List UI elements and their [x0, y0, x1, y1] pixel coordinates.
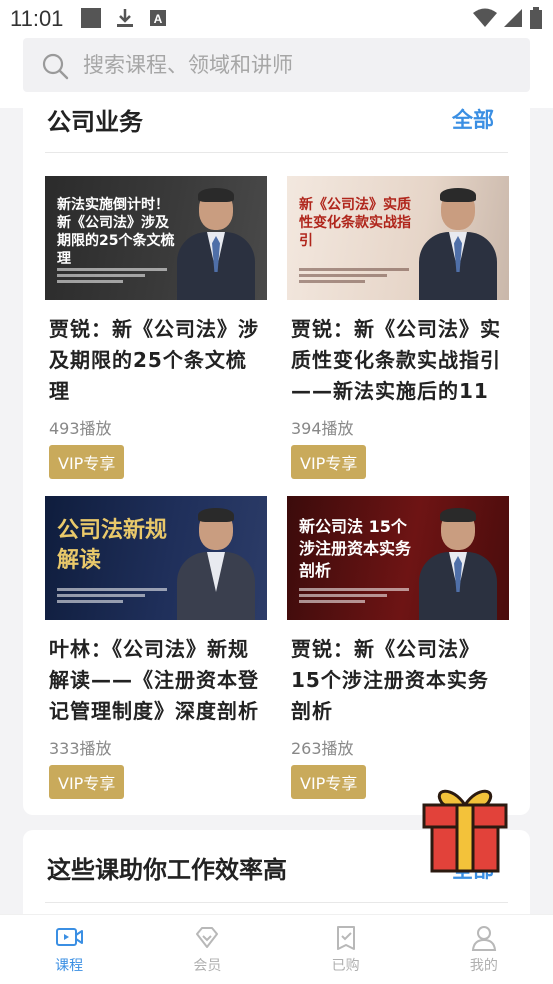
thumbnail-caption: [57, 268, 167, 290]
nav-item-me[interactable]: 我的: [415, 915, 553, 984]
course-card[interactable]: 新法实施倒计时！新《公司法》涉及期限的25个条文梳理 贾锐：新《公司法》涉及期限…: [45, 176, 267, 479]
play-count: 333播放: [49, 739, 112, 758]
course-title[interactable]: 叶林：《公司法》新规解读——《注册资本登记管理制度》深度剖析: [45, 634, 267, 727]
thumbnail-headline: 新《公司法》实质性变化条款实战指引: [299, 197, 411, 249]
status-time: 11:01: [10, 6, 64, 31]
play-count: 493播放: [49, 419, 112, 438]
course-card[interactable]: 公司法新规解读 叶林：《公司法》新规解读——《注册资本登记管理制度》深度剖析 3…: [45, 496, 267, 799]
course-card[interactable]: 新公司法 15个涉注册资本实务剖析 贾锐：新《公司法》15个涉注册资本实务剖析 …: [287, 496, 509, 799]
download-icon: [117, 9, 133, 27]
vip-badge: VIP专享: [291, 765, 367, 799]
play-count: 394播放: [291, 419, 354, 438]
nav-item-purchased[interactable]: 已购: [277, 915, 415, 984]
view-all-link[interactable]: 全部: [452, 104, 494, 134]
nav-label: 课程: [55, 958, 84, 974]
play-count: 263播放: [291, 739, 354, 758]
gift-icon[interactable]: [420, 783, 510, 875]
signal-icon: [504, 9, 522, 27]
divider: [45, 152, 508, 153]
section-title: 公司业务: [47, 108, 143, 136]
thumbnail-caption: [299, 588, 409, 610]
svg-text:A: A: [154, 12, 163, 26]
lecturer-photo: [419, 188, 497, 300]
purchased-icon: [336, 926, 355, 950]
search-bar-area: [0, 36, 553, 108]
nav-label: 我的: [469, 958, 498, 974]
video-icon: [56, 928, 84, 946]
course-title[interactable]: 贾锐：新《公司法》实质性变化条款实战指引——新法实施后的11大: [287, 314, 509, 407]
vip-badge: VIP专享: [49, 445, 125, 479]
bottom-nav: 课程 会员 已购 我的: [0, 914, 553, 984]
vip-badge: VIP专享: [49, 765, 125, 799]
lecturer-photo: [177, 508, 255, 620]
notification-square-icon: [81, 8, 101, 28]
nav-item-membership[interactable]: 会员: [138, 915, 276, 984]
font-a-icon: A: [150, 10, 166, 26]
diamond-icon: [196, 927, 219, 948]
course-title[interactable]: 贾锐：新《公司法》涉及期限的25个条文梳理: [45, 314, 267, 407]
search-box[interactable]: [23, 38, 530, 92]
vip-badge: VIP专享: [291, 445, 367, 479]
section-header: 公司业务 全部: [23, 108, 530, 153]
course-card[interactable]: 新《公司法》实质性变化条款实战指引 贾锐：新《公司法》实质性变化条款实战指引——…: [287, 176, 509, 479]
status-right: [473, 7, 543, 29]
status-bar: 11:01 A: [0, 0, 553, 36]
search-input[interactable]: [83, 50, 503, 80]
thumbnail-headline: 新法实施倒计时！新《公司法》涉及期限的25个条文梳理: [57, 197, 175, 267]
person-icon: [471, 926, 496, 951]
nav-label: 已购: [331, 958, 360, 974]
nav-label: 会员: [193, 958, 222, 974]
battery-icon: [530, 7, 542, 29]
company-business-section: 公司业务 全部 新法实施倒计时！新《公司法》涉及期限的25个条文梳理 贾锐：新《…: [23, 108, 530, 815]
divider: [45, 902, 508, 903]
wifi-icon: [473, 8, 497, 27]
thumbnail-headline: 公司法新规解读: [57, 518, 168, 573]
course-title[interactable]: 贾锐：新《公司法》15个涉注册资本实务剖析: [287, 634, 509, 727]
nav-item-courses[interactable]: 课程: [0, 915, 138, 984]
section-title: 这些课助你工作效率高: [47, 856, 287, 884]
lecturer-photo: [177, 188, 255, 300]
course-thumbnail[interactable]: 新法实施倒计时！新《公司法》涉及期限的25个条文梳理: [45, 176, 267, 300]
search-icon: [42, 53, 69, 80]
lecturer-photo: [419, 508, 497, 620]
course-thumbnail[interactable]: 公司法新规解读: [45, 496, 267, 620]
thumbnail-caption: [299, 268, 409, 290]
course-thumbnail[interactable]: 新《公司法》实质性变化条款实战指引: [287, 176, 509, 300]
thumbnail-caption: [57, 588, 167, 610]
thumbnail-headline: 新公司法 15个涉注册资本实务剖析: [299, 517, 412, 580]
course-thumbnail[interactable]: 新公司法 15个涉注册资本实务剖析: [287, 496, 509, 620]
